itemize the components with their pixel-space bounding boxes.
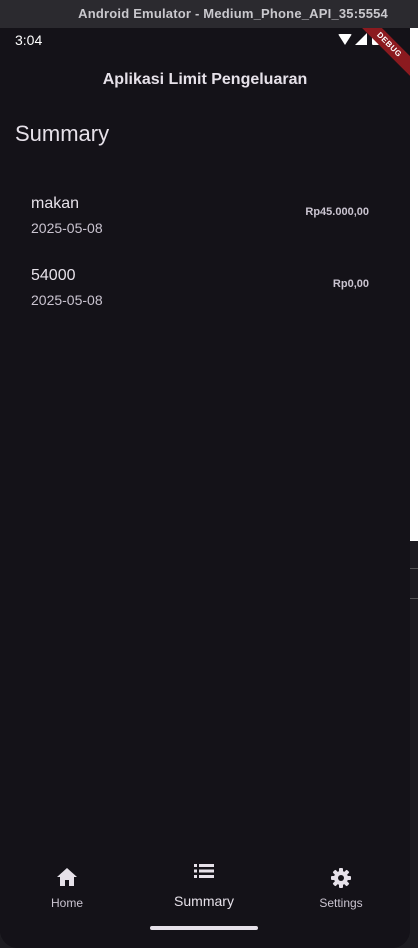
expense-title: 54000 xyxy=(31,267,76,284)
nav-home[interactable]: Home xyxy=(7,850,127,920)
bottom-navigation: Home Summary Settings xyxy=(0,850,410,948)
status-bar: 3:04 xyxy=(0,28,410,52)
nav-label: Settings xyxy=(319,896,363,910)
expense-date: 2025-05-08 xyxy=(31,220,103,236)
home-indicator[interactable] xyxy=(150,926,258,930)
page-title: Summary xyxy=(15,121,110,146)
emulator-window: Android Emulator - Medium_Phone_API_35:5… xyxy=(0,0,418,948)
background-window-strip xyxy=(410,28,418,948)
nav-summary[interactable]: Summary xyxy=(144,850,264,920)
gear-icon xyxy=(331,868,351,893)
signal-icon xyxy=(355,33,367,45)
app-title: Aplikasi Limit Pengeluaran xyxy=(102,71,308,88)
expense-title: makan xyxy=(31,195,80,212)
nav-settings[interactable]: Settings xyxy=(281,850,401,920)
window-title: Android Emulator - Medium_Phone_API_35:5… xyxy=(78,6,388,21)
emulator-titlebar: Android Emulator - Medium_Phone_API_35:5… xyxy=(0,0,418,29)
list-icon xyxy=(194,864,214,883)
expense-date: 2025-05-08 xyxy=(31,292,103,308)
expense-amount: Rp45.000,00 xyxy=(305,206,369,218)
home-icon xyxy=(57,868,77,891)
wifi-icon xyxy=(338,34,352,45)
list-item[interactable]: 54000 2025-05-08 Rp0,00 xyxy=(0,255,410,327)
expense-amount: Rp0,00 xyxy=(332,278,369,290)
nav-label: Home xyxy=(50,896,83,910)
app-bar: Aplikasi Limit Pengeluaran xyxy=(0,60,410,100)
nav-label: Summary xyxy=(174,893,234,909)
status-time: 3:04 xyxy=(15,32,43,48)
phone-screen: 3:04 DEBUG Aplikasi Limit Pengeluaran Su… xyxy=(0,28,410,948)
expense-list: makan 2025-05-08 Rp45.000,00 54000 2025-… xyxy=(0,183,410,327)
list-item[interactable]: makan 2025-05-08 Rp45.000,00 xyxy=(0,183,410,255)
